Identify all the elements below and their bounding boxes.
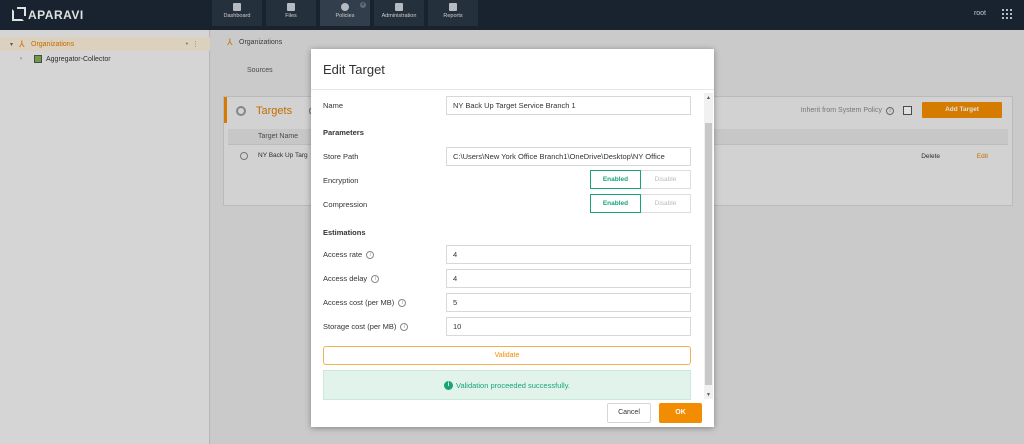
name-input[interactable]: NY Back Up Target Service Branch 1: [446, 96, 691, 115]
success-message: Validation proceeded successfully.: [456, 380, 570, 390]
access-rate-label: Access rate i: [323, 250, 375, 260]
access-delay-input[interactable]: 4: [446, 269, 691, 288]
parameters-heading: Parameters: [323, 128, 364, 137]
validation-success-alert: i Validation proceeded successfully.: [323, 370, 691, 400]
scroll-up-icon[interactable]: ▲: [706, 95, 711, 101]
compression-disable-button[interactable]: Disable: [641, 194, 691, 213]
estimations-heading: Estimations: [323, 228, 366, 237]
label-text: Access cost (per MB): [323, 298, 395, 307]
access-cost-input[interactable]: 5: [446, 293, 691, 312]
info-circle-icon: i: [444, 380, 454, 390]
label-text: Access delay: [323, 274, 368, 283]
info-icon[interactable]: i: [371, 275, 380, 284]
access-cost-label: Access cost (per MB) i: [323, 298, 407, 308]
validate-button[interactable]: Validate: [323, 346, 691, 365]
edit-target-dialog: Edit Target Name NY Back Up Target Servi…: [311, 49, 714, 427]
cancel-button[interactable]: Cancel: [607, 403, 651, 423]
storage-cost-label: Storage cost (per MB) i: [323, 322, 409, 332]
storage-cost-input[interactable]: 10: [446, 317, 691, 336]
info-icon[interactable]: i: [400, 323, 409, 332]
info-icon[interactable]: i: [366, 251, 375, 260]
access-rate-input[interactable]: 4: [446, 245, 691, 264]
info-icon[interactable]: i: [398, 299, 407, 308]
name-label: Name: [323, 101, 344, 110]
dialog-scrollbar[interactable]: ▲ ▼: [704, 93, 713, 399]
dialog-title: Edit Target: [323, 62, 385, 77]
store-path-label: Store Path: [323, 152, 359, 161]
encryption-label: Encryption: [323, 176, 359, 185]
scroll-down-icon[interactable]: ▼: [706, 392, 711, 398]
divider: [311, 89, 714, 90]
compression-enabled-button[interactable]: Enabled: [590, 194, 641, 213]
store-path-input[interactable]: C:\Users\New York Office Branch1\OneDriv…: [446, 147, 691, 166]
label-text: Access rate: [323, 250, 363, 259]
scroll-thumb[interactable]: [705, 123, 712, 385]
access-delay-label: Access delay i: [323, 274, 380, 284]
label-text: Storage cost (per MB): [323, 322, 397, 331]
encryption-enabled-button[interactable]: Enabled: [590, 170, 641, 189]
encryption-toggle: Enabled Disable: [590, 170, 691, 189]
compression-label: Compression: [323, 200, 368, 209]
encryption-disable-button[interactable]: Disable: [641, 170, 691, 189]
ok-button[interactable]: OK: [659, 403, 702, 423]
compression-toggle: Enabled Disable: [590, 194, 691, 213]
